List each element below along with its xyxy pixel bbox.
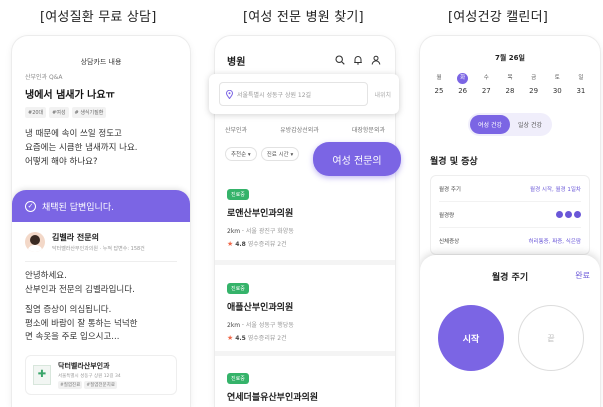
doctor-profile[interactable]: 김벨라 전문의 닥터벨라산부인과의원 · 누적 답변수: 158건 (12, 222, 190, 252)
search-input[interactable]: 서울특별시 성동구 상원 12길 (219, 82, 369, 106)
symptoms-section-title: 월경 및 증상 (430, 157, 478, 167)
clinic-distance: 2km · 서울 광진구 화양동 (227, 228, 294, 235)
clinic-rating: ★ 4.8 영수증리뷰 2건 (227, 240, 287, 248)
clinic-rating: ★ 4.5 영수증리뷰 2건 (227, 334, 287, 342)
clinic-name: 연세더블유산부인과의원 (227, 393, 319, 403)
search-icon[interactable] (333, 53, 347, 67)
health-calendar-screen: 7월 26일 월 25 화 26 수 27 목 28 금 29 토 30 일 31 여성 건강… (420, 36, 600, 407)
calendar-day[interactable]: 토 30 (548, 73, 566, 95)
bell-icon[interactable] (351, 53, 365, 67)
cycle-bottom-sheet: 월경 주기 완료 시작 끝 (420, 255, 600, 407)
question-category: 산부인과 Q&A (25, 74, 63, 81)
clinic-name: 로앤산부인과의원 (227, 209, 294, 219)
clinic-finder-screen: 병원 산부인과 유방갑상선외과 대장항문외과 추천순 ▾ 진료 시간 ▾ 진료중… (209, 36, 401, 407)
accepted-answer-label: 채택된 답변입니다. (42, 202, 114, 213)
period-end-button[interactable]: 끝 (518, 305, 584, 371)
clinic-card-name: 닥터벨라산부인과 (58, 361, 110, 370)
health-type-toggle: 여성 건강 일상 건강 (468, 113, 552, 136)
open-badge: 진료중 (227, 189, 249, 200)
list-item[interactable]: 진료중 연세더블유산부인과의원 (215, 365, 395, 403)
tab-womens-health[interactable]: 여성 건강 (470, 115, 510, 134)
tab-daily-health[interactable]: 일상 건강 (510, 115, 550, 134)
calendar-day[interactable]: 수 27 (477, 73, 495, 95)
clinic-name: 애플산부인과의원 (227, 303, 294, 313)
doctor-name: 김벨라 전문의 (52, 233, 99, 242)
department-tabs: 산부인과 유방갑상선외과 대장항문외과 (215, 125, 395, 134)
star-icon: ★ (227, 334, 234, 342)
user-icon[interactable] (369, 53, 383, 67)
tab-obgyn[interactable]: 산부인과 (225, 125, 247, 134)
calendar-day[interactable]: 일 31 (572, 73, 590, 95)
accepted-answer-banner: ✓ 채택된 답변입니다. (12, 190, 190, 222)
clinic-card-chip: #질염진료 (58, 380, 83, 389)
finder-header: 병원 (215, 36, 395, 70)
location-search: 서울특별시 성동구 상원 12길 내위치 (209, 74, 399, 114)
calendar-day-selected[interactable]: 화 26 (454, 73, 472, 95)
week-strip: 월 25 화 26 수 27 목 28 금 29 토 30 일 31 (420, 73, 600, 95)
page-title: 병원 (227, 56, 246, 68)
question-chip: #20대 (25, 107, 47, 118)
symptom-row[interactable]: 월경량 (439, 202, 581, 228)
flow-level-dots (556, 211, 581, 218)
open-badge: 진료중 (227, 283, 249, 294)
consult-screen: 상담카드 내용 산부인과 Q&A 냉에서 냄새가 나요ㅠ #20대 #여성 # … (12, 36, 190, 407)
sheet-title: 월경 주기 (491, 273, 529, 283)
filter-bar: 추천순 ▾ 진료 시간 ▾ (225, 147, 300, 161)
check-circle-icon: ✓ (25, 200, 36, 212)
avatar (25, 232, 45, 252)
open-badge: 진료중 (227, 373, 249, 384)
question-card: 산부인과 Q&A 냉에서 냄새가 나요ㅠ #20대 #여성 # 생식기질환 냉 … (12, 72, 190, 169)
caption-health-calendar: [여성건강 캘린더] (448, 10, 548, 25)
hospital-icon: ✚ (33, 364, 51, 385)
symptoms-card: 월경 주기 월경 시작, 월경 1일차 월경량 신체증상 허리통증, 짜증, 식… (430, 175, 590, 255)
calendar-day[interactable]: 월 25 (430, 73, 448, 95)
question-chip: # 생식기질환 (71, 107, 107, 118)
list-item[interactable]: 진료중 로앤산부인과의원 2km · 서울 광진구 화양동 ★ 4.8 영수증리… (215, 181, 395, 248)
answer-sheet: ✓ 채택된 답변입니다. 김벨라 전문의 닥터벨라산부인과의원 · 누적 답변수… (12, 190, 190, 407)
clinic-distance: 2km · 서울 성동구 행당동 (227, 322, 294, 329)
consult-header: 상담카드 내용 (80, 58, 122, 66)
doctor-subtitle: 닥터벨라산부인과의원 · 누적 답변수: 158건 (52, 246, 145, 252)
question-body: 냉 때문에 속이 쓰일 정도고 요즘에는 시큼한 냄새까지 나요. 어떻게 해야… (25, 129, 138, 167)
sort-filter[interactable]: 추천순 ▾ (225, 147, 257, 161)
clinic-card-chip: #질염전문치료 (84, 380, 117, 389)
caption-find-clinic: [여성 전문 병원 찾기] (243, 10, 364, 25)
divider (215, 260, 395, 265)
done-button[interactable]: 완료 (575, 270, 590, 281)
divider (215, 351, 395, 356)
women-specialist-button[interactable]: 여성 전문의 (313, 142, 401, 176)
calendar-date-title: 7월 26일 (495, 54, 525, 62)
location-pin-icon (226, 89, 233, 99)
symptom-row[interactable]: 신체증상 허리통증, 짜증, 식은땀 (439, 228, 581, 254)
clinic-card-address: 서울특별시 성동구 상원 12길 34 (58, 373, 121, 379)
clinic-card[interactable]: ✚ 닥터벨라산부인과 서울특별시 성동구 상원 12길 34 #질염진료 #질염… (25, 354, 177, 395)
search-placeholder: 서울특별시 성동구 상원 12길 (237, 91, 312, 99)
question-title: 냉에서 냄새가 나요ㅠ (25, 90, 115, 101)
caption-free-consult: [여성질환 무료 상담] (40, 10, 157, 25)
question-chip: #여성 (49, 107, 69, 118)
tab-breast-thyroid[interactable]: 유방갑상선외과 (280, 125, 319, 134)
my-location-button[interactable]: 내위치 (374, 90, 391, 99)
hours-filter[interactable]: 진료 시간 ▾ (260, 147, 300, 161)
calendar-day[interactable]: 목 28 (501, 73, 519, 95)
period-start-button[interactable]: 시작 (438, 305, 504, 371)
calendar-day[interactable]: 금 29 (525, 73, 543, 95)
list-item[interactable]: 진료중 애플산부인과의원 2km · 서울 성동구 행당동 ★ 4.5 영수증리… (215, 275, 395, 342)
answer-body: 안녕하세요. 산부인과 전문의 김벨라입니다. 질염 증상이 의심됩니다. 평소에 … (25, 271, 138, 342)
star-icon: ★ (227, 240, 234, 248)
symptom-row[interactable]: 월경 주기 월경 시작, 월경 1일차 (439, 176, 581, 202)
tab-colorectal[interactable]: 대장항문외과 (352, 125, 385, 134)
